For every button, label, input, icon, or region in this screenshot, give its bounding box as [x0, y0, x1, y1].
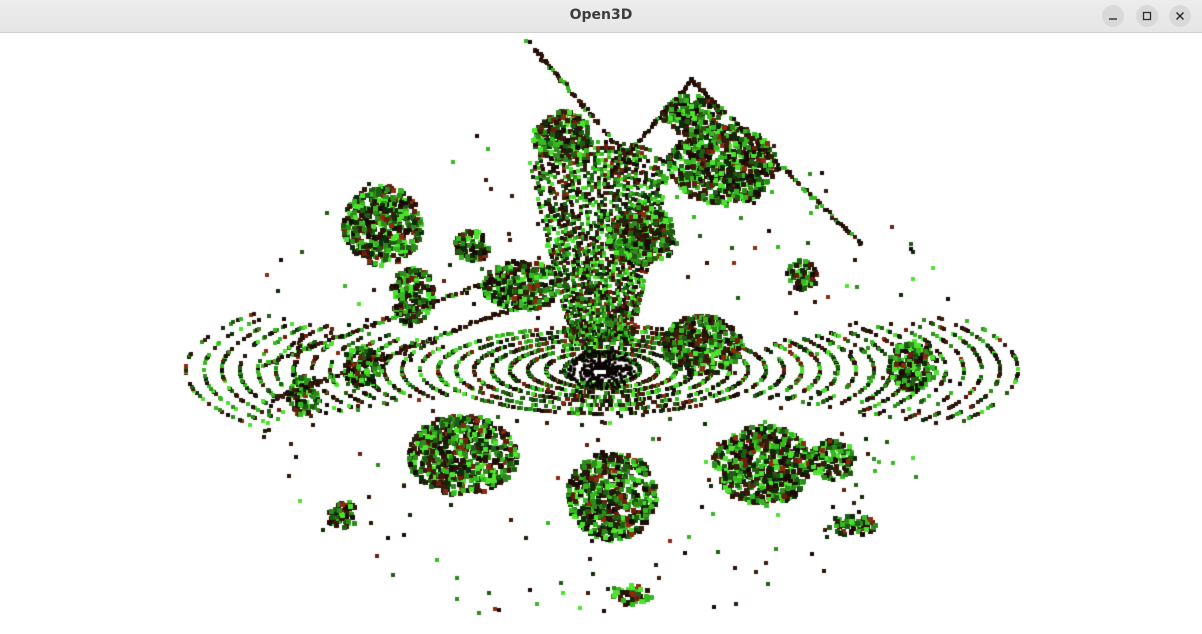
title-bar[interactable]: Open3D	[0, 0, 1202, 33]
app-window: Open3D	[0, 0, 1202, 634]
maximize-button[interactable]	[1136, 5, 1158, 27]
minimize-icon	[1109, 18, 1117, 20]
close-button[interactable]	[1169, 5, 1191, 27]
maximize-icon	[1142, 11, 1152, 21]
3d-viewport[interactable]	[0, 33, 1202, 634]
minimize-button[interactable]	[1102, 5, 1124, 27]
point-cloud-canvas[interactable]	[0, 33, 1202, 634]
window-title: Open3D	[569, 7, 633, 23]
close-icon	[1175, 11, 1185, 21]
